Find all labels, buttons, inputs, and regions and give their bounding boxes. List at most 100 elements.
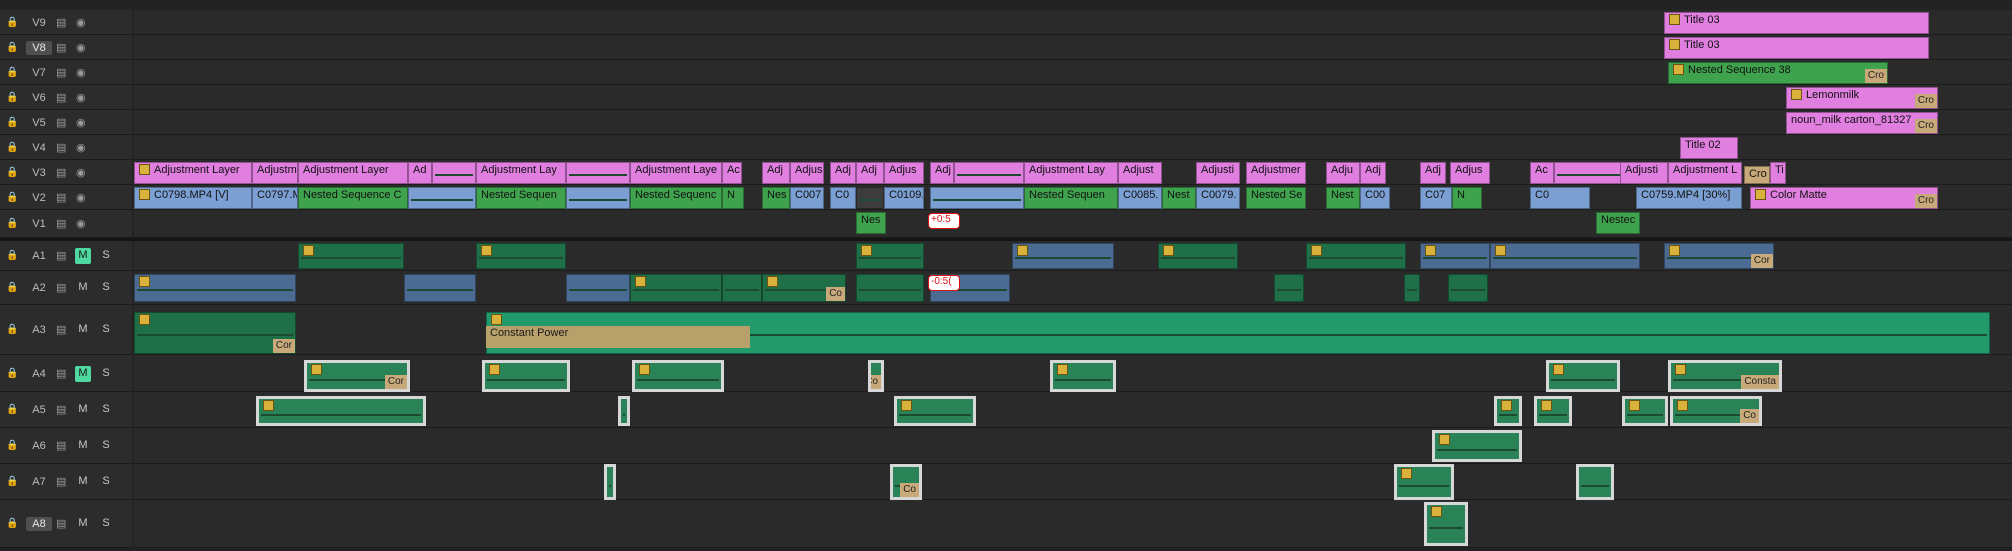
audio-clip[interactable] <box>604 464 616 500</box>
solo-button[interactable]: S <box>98 474 114 490</box>
lock-icon[interactable]: 🔒 <box>6 367 18 381</box>
clip[interactable]: Adjustment L <box>1668 162 1742 184</box>
audio-clip[interactable] <box>856 187 884 209</box>
track-lane-a6[interactable] <box>134 428 2012 464</box>
clip[interactable]: Color Matte Cro <box>1750 187 1938 209</box>
solo-button[interactable]: S <box>98 280 114 296</box>
audio-clip[interactable] <box>1050 360 1116 392</box>
track-name[interactable]: V3 <box>26 166 52 180</box>
eye-icon[interactable]: ◉ <box>76 16 86 30</box>
clip[interactable]: C0797.M <box>252 187 298 209</box>
sync-lock-icon[interactable]: ▤ <box>56 191 66 205</box>
eye-icon[interactable]: ◉ <box>76 141 86 155</box>
transition-constant-power[interactable]: Constant Power <box>486 326 750 348</box>
clip[interactable]: Lemonmilk Cro <box>1786 87 1938 109</box>
audio-clip[interactable] <box>1534 396 1572 426</box>
clip[interactable]: Adjustment Laye <box>630 162 722 184</box>
audio-clip[interactable] <box>930 187 1024 209</box>
crop-effect-tag[interactable]: Cro <box>1864 69 1887 83</box>
audio-clip[interactable] <box>408 187 476 209</box>
audio-clip[interactable] <box>1158 243 1238 269</box>
audio-clip[interactable] <box>1576 464 1614 500</box>
track-name[interactable]: V5 <box>26 116 52 130</box>
audio-clip[interactable] <box>1490 243 1640 269</box>
audio-clip[interactable] <box>566 162 630 184</box>
audio-clip[interactable] <box>134 274 296 302</box>
audio-clip[interactable] <box>856 243 924 269</box>
mute-button[interactable]: M <box>75 322 91 338</box>
crop-effect-tag[interactable]: Co <box>826 287 845 301</box>
clip[interactable]: Adju <box>1326 162 1360 184</box>
clip[interactable]: C0759.MP4 [30%] <box>1636 187 1742 209</box>
clip[interactable]: Nested Sequence 38 Cro <box>1668 62 1888 84</box>
audio-clip[interactable] <box>856 274 924 302</box>
eye-icon[interactable]: ◉ <box>76 66 86 80</box>
clip[interactable]: Adjus <box>790 162 824 184</box>
clip[interactable]: N <box>722 187 744 209</box>
clip[interactable]: Adjustment Lay <box>476 162 566 184</box>
track-lane-a8[interactable] <box>134 500 2012 548</box>
audio-clip[interactable] <box>1432 430 1522 462</box>
track-name[interactable]: A6 <box>26 439 52 453</box>
lock-icon[interactable]: 🔒 <box>6 475 18 489</box>
lock-icon[interactable]: 🔒 <box>6 323 18 337</box>
clip[interactable]: Nes <box>856 212 886 234</box>
audio-clip[interactable] <box>1394 464 1454 500</box>
clip[interactable]: Title 02 <box>1680 137 1738 159</box>
mute-button[interactable]: M <box>75 280 91 296</box>
eye-icon[interactable]: ◉ <box>76 91 86 105</box>
audio-clip[interactable] <box>632 360 724 392</box>
solo-button[interactable]: S <box>98 402 114 418</box>
clip[interactable]: Nested Se <box>1246 187 1306 209</box>
audio-clip[interactable] <box>1622 396 1668 426</box>
crop-effect-tag[interactable]: Consta <box>1741 375 1779 389</box>
clip[interactable]: Nest <box>1326 187 1360 209</box>
audio-clip[interactable]: Co <box>762 274 846 302</box>
audio-clip[interactable]: Co <box>868 360 884 392</box>
track-name[interactable]: V9 <box>26 16 52 30</box>
clip[interactable]: Adjustment Layer <box>298 162 408 184</box>
sync-lock-icon[interactable]: ▤ <box>56 116 66 130</box>
track-lane-v1[interactable] <box>134 210 2012 238</box>
sync-lock-icon[interactable]: ▤ <box>56 16 66 30</box>
audio-clip[interactable] <box>482 360 570 392</box>
sync-lock-icon[interactable]: ▤ <box>56 281 66 295</box>
audio-clip[interactable] <box>1012 243 1114 269</box>
audio-clip[interactable]: Cor <box>134 312 296 354</box>
clip[interactable]: Adjus <box>1450 162 1490 184</box>
lock-icon[interactable]: 🔒 <box>6 141 18 155</box>
sync-lock-icon[interactable]: ▤ <box>56 323 66 337</box>
audio-clip[interactable] <box>722 274 762 302</box>
lock-icon[interactable]: 🔒 <box>6 191 18 205</box>
audio-clip[interactable] <box>432 162 476 184</box>
video-audio-divider[interactable] <box>0 238 2012 241</box>
clip[interactable]: C07 <box>1420 187 1452 209</box>
track-name[interactable]: A4 <box>26 367 52 381</box>
lock-icon[interactable]: 🔒 <box>6 281 18 295</box>
audio-clip[interactable] <box>1554 162 1624 184</box>
solo-button[interactable]: S <box>98 322 114 338</box>
clip[interactable]: Nestec <box>1596 212 1640 234</box>
clip[interactable]: Nested Sequen <box>476 187 566 209</box>
track-name[interactable]: A7 <box>26 475 52 489</box>
sync-lock-icon[interactable]: ▤ <box>56 91 66 105</box>
audio-clip[interactable] <box>1424 502 1468 546</box>
clip[interactable]: Nested Sequence C <box>298 187 408 209</box>
lock-icon[interactable]: 🔒 <box>6 249 18 263</box>
clip[interactable]: Adj <box>1360 162 1386 184</box>
audio-clip[interactable] <box>298 243 404 269</box>
clip[interactable]: Nested Sequenc <box>630 187 722 209</box>
clip[interactable]: Adjustment Layer <box>134 162 252 184</box>
audio-clip[interactable] <box>1448 274 1488 302</box>
crop-effect-tag[interactable]: Cor <box>1750 254 1773 268</box>
clip[interactable]: Nes <box>762 187 790 209</box>
lock-icon[interactable]: 🔒 <box>6 439 18 453</box>
clip[interactable]: Nest <box>1162 187 1196 209</box>
solo-button[interactable]: S <box>98 438 114 454</box>
clip[interactable]: C007 <box>790 187 824 209</box>
lock-icon[interactable]: 🔒 <box>6 66 18 80</box>
sync-lock-icon[interactable]: ▤ <box>56 367 66 381</box>
clip[interactable]: C0 <box>830 187 856 209</box>
mute-button[interactable]: M <box>75 402 91 418</box>
clip[interactable]: C0079. <box>1196 187 1240 209</box>
